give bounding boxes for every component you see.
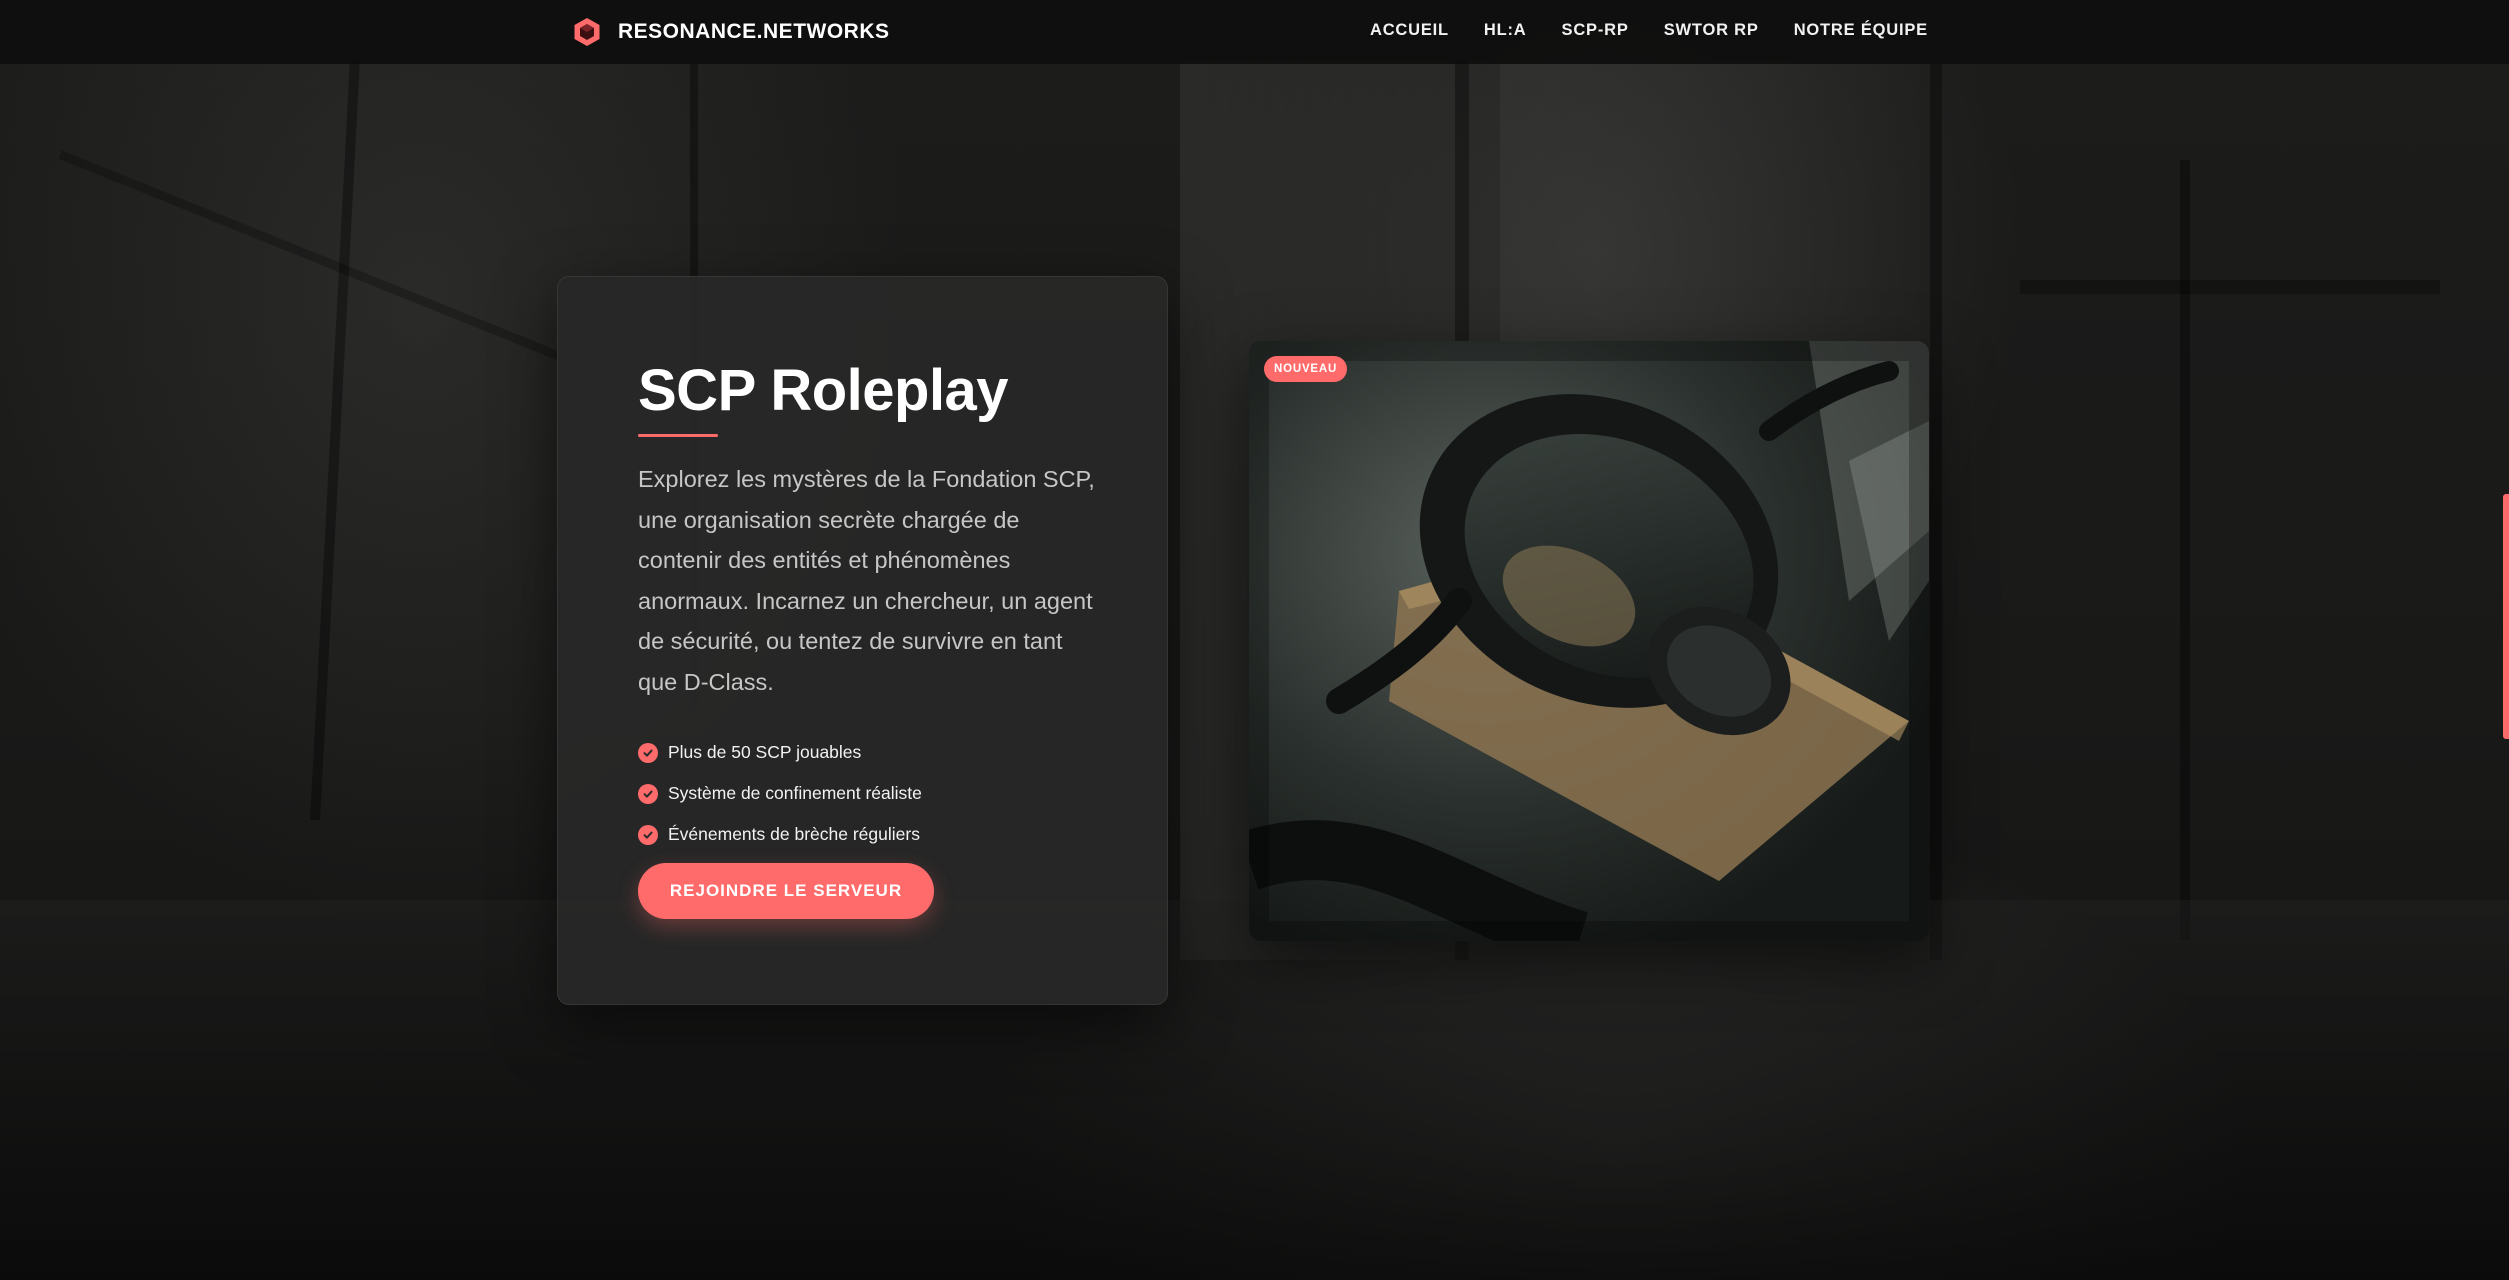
scrollbar-thumb[interactable] xyxy=(2503,494,2509,739)
feature-label: Plus de 50 SCP jouables xyxy=(668,742,862,762)
feature-label: Système de confinement réaliste xyxy=(668,783,922,803)
nav-link-scp-rp[interactable]: SCP-RP xyxy=(1562,21,1629,40)
check-circle-icon xyxy=(638,824,658,845)
brand-name: RESONANCE.NETWORKS xyxy=(618,20,890,43)
nav-link-swtor-rp[interactable]: SWTOR RP xyxy=(1664,21,1759,40)
new-badge: NOUVEAU xyxy=(1264,356,1348,382)
nav-link-accueil[interactable]: ACCUEIL xyxy=(1370,21,1449,40)
hexagon-logo-icon xyxy=(574,18,600,46)
server-info-card: SCP Roleplay Explorez les mystères de la… xyxy=(557,276,1168,1005)
feature-item: Événements de brèche réguliers xyxy=(638,814,922,855)
brand-link[interactable]: RESONANCE.NETWORKS xyxy=(572,14,890,50)
title-underline xyxy=(638,434,718,437)
check-circle-icon xyxy=(638,783,658,804)
check-circle-icon xyxy=(638,742,658,763)
join-server-button[interactable]: REJOINDRE LE SERVEUR xyxy=(638,863,934,919)
gas-mask-photo: NOUVEAU xyxy=(1249,341,1929,941)
feature-list: Plus de 50 SCP jouables Système de confi… xyxy=(638,732,922,855)
gas-mask-illustration xyxy=(1249,341,1929,941)
feature-label: Événements de brèche réguliers xyxy=(668,824,920,844)
feature-item: Système de confinement réaliste xyxy=(638,773,922,814)
feature-item: Plus de 50 SCP jouables xyxy=(638,732,922,773)
server-description: Explorez les mystères de la Fondation SC… xyxy=(638,466,1095,695)
nav-link-notre-equipe[interactable]: NOTRE ÉQUIPE xyxy=(1794,21,1928,40)
page-title: SCP Roleplay xyxy=(638,358,1009,423)
nav-link-hla[interactable]: HL:A xyxy=(1484,21,1527,40)
top-navbar: RESONANCE.NETWORKS ACCUEIL HL:A SCP-RP S… xyxy=(0,0,2509,64)
main-menu: ACCUEIL HL:A SCP-RP SWTOR RP NOTRE ÉQUIP… xyxy=(1335,0,1928,60)
